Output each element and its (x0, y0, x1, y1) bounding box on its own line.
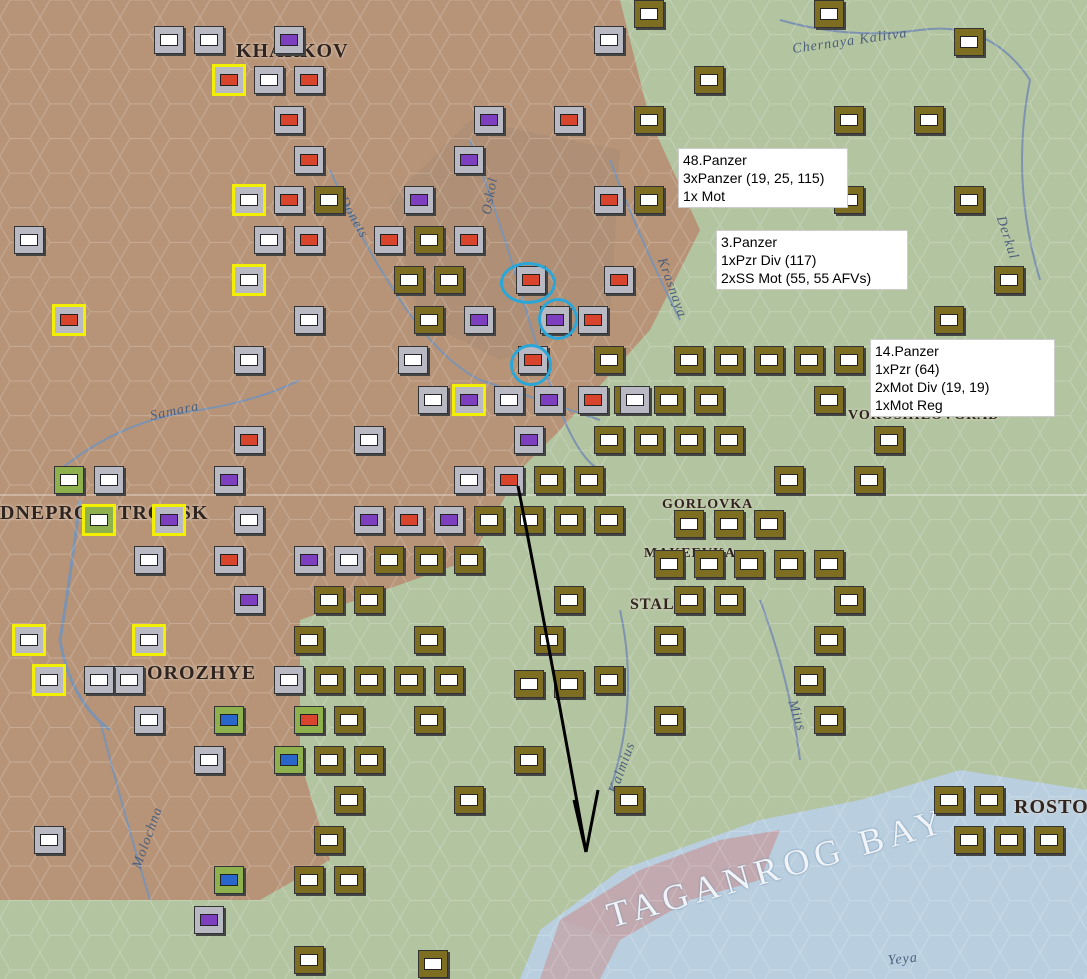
info-box-48-panzer: 48.Panzer 3xPanzer (19, 25, 115) 1x Mot (678, 148, 848, 208)
info-box-3-panzer: 3.Panzer 1xPzr Div (117) 2xSS Mot (55, 5… (716, 230, 908, 290)
info-line: 1x Mot (683, 188, 726, 204)
game-map[interactable]: KHARKOV DNEPROPETROVSK ZAPOROZHYE GORLOV… (0, 0, 1087, 979)
info-line: 2xMot Div (19, 19) (875, 379, 990, 395)
info-line: 48.Panzer (683, 152, 747, 168)
info-line: 2xSS Mot (55, 55 AFVs) (721, 270, 872, 286)
info-line: 1xMot Reg (875, 397, 943, 413)
info-line: 3.Panzer (721, 234, 778, 250)
attack-arrow (516, 485, 600, 853)
info-box-14-panzer: 14.Panzer 1xPzr (64) 2xMot Div (19, 19) … (870, 339, 1055, 417)
info-line: 3xPanzer (19, 25, 115) (683, 170, 825, 186)
info-line: 1xPzr Div (117) (721, 252, 817, 268)
info-line: 14.Panzer (875, 343, 939, 359)
info-line: 1xPzr (64) (875, 361, 940, 377)
